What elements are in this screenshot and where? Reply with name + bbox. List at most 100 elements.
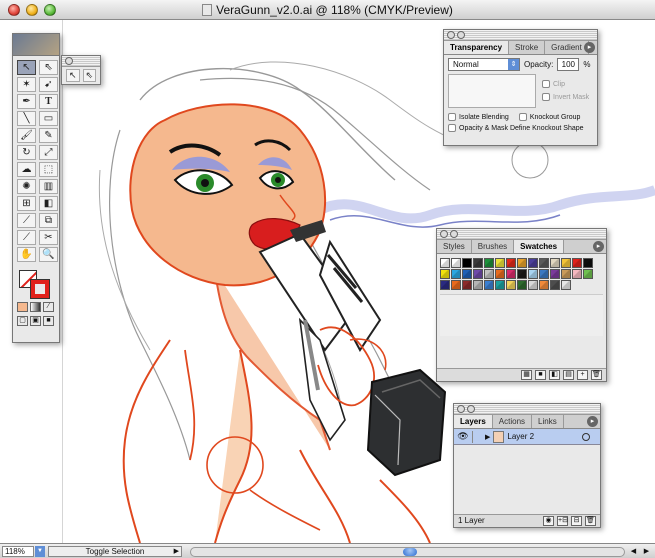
scale-icon[interactable]: ⤢ [39,145,58,160]
opacity-mask-thumbnail[interactable] [448,74,536,108]
swatch-20[interactable] [506,269,516,279]
swatch-25[interactable] [561,269,571,279]
full-screen-icon[interactable]: ■ [43,316,54,326]
horizontal-scrollbar[interactable] [190,547,625,557]
scroll-right-icon[interactable]: ▶ [641,546,652,557]
swatch-18[interactable] [484,269,494,279]
swatch-5[interactable] [495,258,505,268]
new-sublayer-icon[interactable]: +⊟ [557,516,568,526]
knockout-group-checkbox[interactable] [518,113,527,121]
swatch-14[interactable] [440,269,450,279]
magic-wand-icon[interactable]: ✶ [17,77,36,92]
invert-mask-checkbox[interactable] [542,93,550,101]
swatch-29[interactable] [451,280,461,290]
swatch-4[interactable] [484,258,494,268]
lock-toggle[interactable] [472,430,482,443]
none-mode-icon[interactable]: ⁄ [43,302,54,312]
show-pattern-swatches-icon[interactable]: ▤ [563,370,574,380]
tab-gradient[interactable]: Gradient [545,41,589,54]
tab-layers[interactable]: Layers [454,415,493,428]
lasso-icon[interactable]: ➹ [39,77,58,92]
make-clipping-mask-icon[interactable]: ◉ [543,516,554,526]
opacity-field[interactable]: 100 [557,58,580,71]
document-proxy-icon[interactable] [202,4,213,16]
close-window-button[interactable] [8,4,20,16]
swatch-30[interactable] [462,280,472,290]
swatch-15[interactable] [451,269,461,279]
swatches-palette[interactable]: Styles Brushes Swatches ▸ ▦ ■ ◧ ▤ + 🗑 [436,228,607,382]
mesh-icon[interactable]: ⊞ [17,196,36,211]
swatch-6[interactable] [506,258,516,268]
tab-brushes[interactable]: Brushes [472,240,515,253]
close-icon[interactable] [440,230,448,238]
paintbrush-icon[interactable]: 🖌 [17,128,36,143]
swatch-37[interactable] [539,280,549,290]
eyedropper-icon[interactable]: ⟋ [17,213,36,228]
graph-icon[interactable]: ▥ [39,179,58,194]
swatch-27[interactable] [583,269,593,279]
free-transform-icon[interactable]: ⬚ [39,162,58,177]
show-gradient-swatches-icon[interactable]: ◧ [549,370,560,380]
layer-target-icon[interactable] [582,432,590,441]
palette-menu-icon[interactable]: ▸ [587,416,598,427]
tab-styles[interactable]: Styles [437,240,472,253]
swatch-39[interactable] [561,280,571,290]
layer-row[interactable]: 👁 ▶ Layer 2 [454,429,600,445]
swatch-24[interactable] [550,269,560,279]
swatch-11[interactable] [561,258,571,268]
swatch-34[interactable] [506,280,516,290]
zoom-window-button[interactable] [44,4,56,16]
gradient-mode-icon[interactable] [30,302,41,312]
swatch-23[interactable] [539,269,549,279]
standard-screen-icon[interactable]: ▢ [17,316,28,326]
collapse-icon[interactable] [450,230,458,238]
layer-name[interactable]: Layer 2 [507,432,579,441]
swatch-9[interactable] [539,258,549,268]
blend-mode-select[interactable]: Normal ⇕ [448,58,520,71]
clip-checkbox[interactable] [542,80,550,88]
swatch-33[interactable] [495,280,505,290]
swatch-31[interactable] [473,280,483,290]
direct-selection-icon[interactable]: ⇖ [39,60,58,75]
status-menu[interactable]: Toggle Selection ▶ [48,546,182,557]
swatches-titlebar[interactable] [437,229,606,240]
swatch-17[interactable] [473,269,483,279]
swatch-0[interactable] [440,258,450,268]
hand-icon[interactable]: ✋ [17,247,36,262]
rotate-icon[interactable]: ↻ [17,145,36,160]
collapse-icon[interactable] [467,405,475,413]
tab-actions[interactable]: Actions [493,415,533,428]
tab-stroke[interactable]: Stroke [509,41,546,54]
swatch-13[interactable] [583,258,593,268]
window-titlebar[interactable]: VeraGunn_v2.0.ai @ 118% (CMYK/Preview) [0,0,655,20]
swatch-32[interactable] [484,280,494,290]
new-swatch-icon[interactable]: + [577,370,588,380]
opacity-mask-knockout-checkbox[interactable] [448,124,456,132]
selection-tool-flyout[interactable]: ↖ ⇖ [61,55,101,85]
palette-menu-icon[interactable]: ▸ [584,42,595,53]
swatch-2[interactable] [462,258,472,268]
rectangle-icon[interactable]: ▭ [39,111,58,126]
selection-arrow-icon[interactable]: ↖ [17,60,36,75]
scissors-icon[interactable]: ✂ [39,230,58,245]
direct-select-lasso-icon[interactable]: ⇖ [82,69,96,82]
layers-palette[interactable]: Layers Actions Links ▸ 👁 ▶ Layer 2 1 Lay… [453,403,601,528]
swatch-35[interactable] [517,280,527,290]
gradient-icon[interactable]: ◧ [39,196,58,211]
swatch-16[interactable] [462,269,472,279]
swatch-19[interactable] [495,269,505,279]
fill-stroke-control[interactable] [17,268,57,299]
type-icon[interactable]: T [39,94,58,109]
close-icon[interactable] [457,405,465,413]
palette-menu-icon[interactable]: ▸ [593,241,604,252]
warp-icon[interactable]: ☁ [17,162,36,177]
show-swatch-kinds-icon[interactable]: ▦ [521,370,532,380]
color-mode-icon[interactable] [17,302,28,312]
flyout-titlebar[interactable] [62,56,100,67]
pen-icon[interactable]: ✒ [17,94,36,109]
eye-icon[interactable]: 👁 [457,431,469,442]
swatch-1[interactable] [451,258,461,268]
stroke-swatch[interactable] [30,279,50,299]
new-layer-icon[interactable]: ⊟ [571,516,582,526]
swatch-21[interactable] [517,269,527,279]
